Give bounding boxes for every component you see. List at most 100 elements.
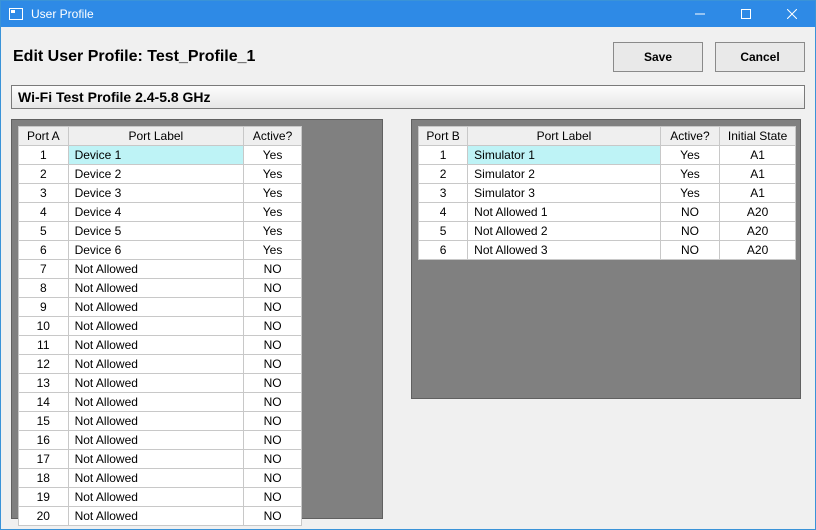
port-a-cell-label[interactable]: Not Allowed	[68, 393, 244, 412]
port-a-cell-label[interactable]: Not Allowed	[68, 488, 244, 507]
port-b-cell-label[interactable]: Not Allowed 3	[468, 241, 661, 260]
table-row[interactable]: 5Device 5Yes	[19, 222, 302, 241]
port-a-cell-index[interactable]: 11	[19, 336, 69, 355]
port-a-cell-index[interactable]: 7	[19, 260, 69, 279]
port-b-cell-initial[interactable]: A20	[720, 241, 796, 260]
table-row[interactable]: 11Not AllowedNO	[19, 336, 302, 355]
port-b-cell-active[interactable]: NO	[660, 241, 719, 260]
port-a-cell-active[interactable]: NO	[244, 260, 302, 279]
port-a-cell-active[interactable]: Yes	[244, 146, 302, 165]
table-row[interactable]: 4Device 4Yes	[19, 203, 302, 222]
port-a-cell-index[interactable]: 5	[19, 222, 69, 241]
port-a-cell-active[interactable]: NO	[244, 488, 302, 507]
port-a-cell-label[interactable]: Not Allowed	[68, 374, 244, 393]
table-row[interactable]: 7Not AllowedNO	[19, 260, 302, 279]
port-b-cell-initial[interactable]: A20	[720, 203, 796, 222]
port-b-cell-active[interactable]: Yes	[660, 165, 719, 184]
table-row[interactable]: 18Not AllowedNO	[19, 469, 302, 488]
port-a-table[interactable]: Port A Port Label Active? 1Device 1Yes2D…	[18, 126, 302, 526]
table-row[interactable]: 8Not AllowedNO	[19, 279, 302, 298]
port-a-cell-index[interactable]: 12	[19, 355, 69, 374]
table-row[interactable]: 10Not AllowedNO	[19, 317, 302, 336]
port-a-cell-active[interactable]: Yes	[244, 241, 302, 260]
port-a-cell-active[interactable]: NO	[244, 336, 302, 355]
port-a-header-port[interactable]: Port A	[19, 127, 69, 146]
port-a-cell-index[interactable]: 9	[19, 298, 69, 317]
port-b-header-label[interactable]: Port Label	[468, 127, 661, 146]
table-row[interactable]: 4Not Allowed 1NOA20	[419, 203, 796, 222]
port-a-cell-label[interactable]: Device 1	[68, 146, 244, 165]
table-row[interactable]: 5Not Allowed 2NOA20	[419, 222, 796, 241]
port-b-cell-index[interactable]: 3	[419, 184, 468, 203]
table-row[interactable]: 16Not AllowedNO	[19, 431, 302, 450]
port-a-cell-index[interactable]: 15	[19, 412, 69, 431]
port-b-header-initial[interactable]: Initial State	[720, 127, 796, 146]
port-b-cell-initial[interactable]: A1	[720, 146, 796, 165]
table-row[interactable]: 13Not AllowedNO	[19, 374, 302, 393]
port-b-cell-active[interactable]: Yes	[660, 184, 719, 203]
table-row[interactable]: 17Not AllowedNO	[19, 450, 302, 469]
port-b-cell-initial[interactable]: A20	[720, 222, 796, 241]
table-row[interactable]: 15Not AllowedNO	[19, 412, 302, 431]
port-a-cell-label[interactable]: Not Allowed	[68, 260, 244, 279]
port-b-cell-initial[interactable]: A1	[720, 184, 796, 203]
port-a-cell-active[interactable]: NO	[244, 450, 302, 469]
port-b-header-active[interactable]: Active?	[660, 127, 719, 146]
port-a-cell-label[interactable]: Not Allowed	[68, 317, 244, 336]
port-a-cell-active[interactable]: NO	[244, 412, 302, 431]
port-a-cell-index[interactable]: 18	[19, 469, 69, 488]
port-b-cell-index[interactable]: 6	[419, 241, 468, 260]
table-row[interactable]: 19Not AllowedNO	[19, 488, 302, 507]
port-a-cell-label[interactable]: Device 3	[68, 184, 244, 203]
table-row[interactable]: 14Not AllowedNO	[19, 393, 302, 412]
port-b-cell-active[interactable]: NO	[660, 203, 719, 222]
port-b-cell-label[interactable]: Simulator 2	[468, 165, 661, 184]
port-b-header-port[interactable]: Port B	[419, 127, 468, 146]
table-row[interactable]: 2Simulator 2YesA1	[419, 165, 796, 184]
table-row[interactable]: 2Device 2Yes	[19, 165, 302, 184]
port-a-cell-label[interactable]: Not Allowed	[68, 336, 244, 355]
port-a-cell-index[interactable]: 16	[19, 431, 69, 450]
port-a-cell-index[interactable]: 14	[19, 393, 69, 412]
port-a-cell-label[interactable]: Device 4	[68, 203, 244, 222]
port-a-cell-label[interactable]: Device 6	[68, 241, 244, 260]
port-b-table[interactable]: Port B Port Label Active? Initial State …	[418, 126, 796, 260]
port-b-cell-index[interactable]: 2	[419, 165, 468, 184]
port-a-cell-index[interactable]: 20	[19, 507, 69, 526]
cancel-button[interactable]: Cancel	[715, 42, 805, 72]
port-a-cell-index[interactable]: 13	[19, 374, 69, 393]
port-a-cell-label[interactable]: Device 5	[68, 222, 244, 241]
titlebar[interactable]: User Profile	[1, 1, 815, 27]
port-b-cell-active[interactable]: NO	[660, 222, 719, 241]
close-button[interactable]	[769, 1, 815, 27]
port-b-cell-label[interactable]: Not Allowed 2	[468, 222, 661, 241]
table-row[interactable]: 9Not AllowedNO	[19, 298, 302, 317]
table-row[interactable]: 20Not AllowedNO	[19, 507, 302, 526]
port-b-cell-index[interactable]: 4	[419, 203, 468, 222]
port-a-cell-index[interactable]: 3	[19, 184, 69, 203]
port-a-cell-label[interactable]: Not Allowed	[68, 507, 244, 526]
port-a-cell-index[interactable]: 8	[19, 279, 69, 298]
maximize-button[interactable]	[723, 1, 769, 27]
port-a-cell-index[interactable]: 10	[19, 317, 69, 336]
port-a-cell-label[interactable]: Not Allowed	[68, 450, 244, 469]
table-row[interactable]: 3Simulator 3YesA1	[419, 184, 796, 203]
port-a-cell-active[interactable]: Yes	[244, 165, 302, 184]
port-a-cell-active[interactable]: NO	[244, 355, 302, 374]
port-a-cell-active[interactable]: NO	[244, 393, 302, 412]
table-row[interactable]: 3Device 3Yes	[19, 184, 302, 203]
port-b-cell-label[interactable]: Not Allowed 1	[468, 203, 661, 222]
port-a-cell-active[interactable]: NO	[244, 279, 302, 298]
port-a-cell-label[interactable]: Not Allowed	[68, 298, 244, 317]
port-a-cell-index[interactable]: 2	[19, 165, 69, 184]
port-a-cell-active[interactable]: NO	[244, 431, 302, 450]
save-button[interactable]: Save	[613, 42, 703, 72]
port-a-header-active[interactable]: Active?	[244, 127, 302, 146]
port-a-cell-index[interactable]: 1	[19, 146, 69, 165]
port-a-cell-index[interactable]: 4	[19, 203, 69, 222]
port-a-cell-label[interactable]: Not Allowed	[68, 279, 244, 298]
table-row[interactable]: 6Not Allowed 3NOA20	[419, 241, 796, 260]
port-a-cell-index[interactable]: 6	[19, 241, 69, 260]
port-a-cell-label[interactable]: Not Allowed	[68, 469, 244, 488]
table-row[interactable]: 1Device 1Yes	[19, 146, 302, 165]
